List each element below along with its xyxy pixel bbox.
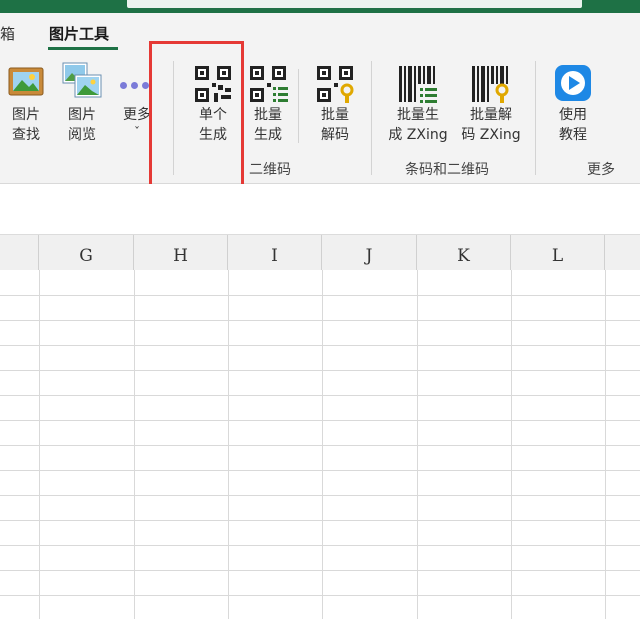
column-header-k[interactable]: K	[417, 235, 511, 270]
image-browse-label-2: 阅览	[68, 127, 96, 143]
batch-zxing-decode-label-1: 批量解	[470, 107, 512, 123]
batch-zxing-decode-label-2: 码 ZXing	[461, 127, 521, 143]
column-header-partial-right[interactable]	[605, 235, 640, 270]
active-tab-underline	[48, 47, 118, 50]
play-video-icon	[555, 65, 591, 101]
grid-line	[0, 470, 640, 471]
grid-line	[0, 545, 640, 546]
column-header-i[interactable]: I	[228, 235, 322, 270]
grid-line	[0, 595, 640, 596]
batch-zxing-generate-label-2: 成 ZXing	[388, 127, 448, 143]
image-search-label-1: 图片	[12, 107, 40, 123]
grid-line	[0, 570, 640, 571]
batch-generate-label-1: 批量	[254, 107, 282, 123]
qr-list-icon	[250, 66, 288, 102]
barcode-key-icon	[472, 66, 509, 103]
tutorial-label-2: 教程	[559, 127, 587, 143]
gallery-icon	[62, 62, 102, 98]
grid-line	[0, 445, 640, 446]
column-header-l[interactable]: L	[511, 235, 605, 270]
highlight-box	[149, 41, 244, 197]
separator	[535, 61, 536, 175]
column-header-j[interactable]: J	[322, 235, 417, 270]
qr-key-icon	[317, 66, 354, 103]
ribbon: 图片 查找 图片 阅览 更多 ˇ 单个 生成 批量 生成 批量 解码 批量生 成…	[0, 55, 640, 184]
image-search-label-2: 查找	[12, 127, 40, 143]
group-label-barcode: 条码和二维码	[405, 162, 489, 178]
batch-decode-label-1: 批量	[321, 107, 349, 123]
grid-line	[0, 495, 640, 496]
column-header-partial[interactable]	[0, 235, 39, 270]
barcode-list-icon	[399, 66, 437, 103]
batch-generate-label-2: 生成	[254, 127, 282, 143]
image-browse-label-1: 图片	[68, 107, 96, 123]
ribbon-tabs: 箱 图片工具	[0, 13, 640, 55]
batch-zxing-generate-label-1: 批量生	[397, 107, 439, 123]
search-strip[interactable]	[127, 0, 582, 8]
ellipsis-icon	[118, 75, 151, 95]
group-label-qr: 二维码	[249, 162, 291, 178]
cell-grid[interactable]	[0, 270, 640, 619]
title-bar	[0, 0, 640, 13]
tab-partial[interactable]: 箱	[0, 23, 15, 44]
column-header-g[interactable]: G	[39, 235, 134, 270]
grid-line	[0, 370, 640, 371]
separator	[298, 69, 299, 143]
separator	[371, 61, 372, 175]
grid-line	[0, 295, 640, 296]
grid-line	[0, 345, 640, 346]
group-label-more: 更多	[587, 162, 615, 178]
grid-line	[0, 395, 640, 396]
column-headers: G H I J K L	[0, 234, 640, 271]
formula-bar-area	[0, 184, 640, 234]
batch-decode-label-2: 解码	[321, 127, 349, 143]
grid-line	[0, 420, 640, 421]
column-header-h[interactable]: H	[134, 235, 228, 270]
tutorial-label-1: 使用	[559, 107, 587, 123]
picture-frame-icon	[8, 67, 44, 96]
grid-line	[0, 320, 640, 321]
grid-line	[0, 520, 640, 521]
tab-image-tools[interactable]: 图片工具	[49, 23, 109, 44]
